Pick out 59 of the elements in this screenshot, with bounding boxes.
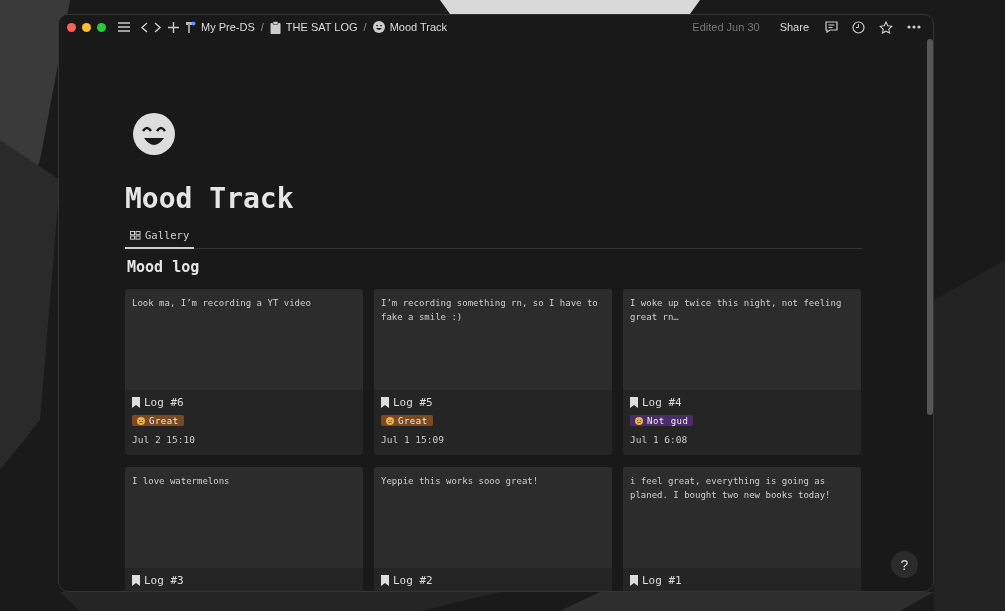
breadcrumb-link[interactable]: Mood Track <box>389 21 448 33</box>
card-title: Log #6 <box>144 396 184 409</box>
card-preview-text: i feel great, everything is going as planed. I bought two new books today! <box>630 476 831 500</box>
breadcrumb-separator: / <box>260 21 264 33</box>
smiley-icon <box>372 21 385 33</box>
gallery-card[interactable]: Look ma, I’m recording a YT video Log #6 Great Jul 2 15:10 <box>125 289 363 455</box>
card-date: Jul 2 15:10 <box>132 433 196 445</box>
card-date: Jul 1 15:09 <box>381 433 445 445</box>
card-title: Log #3 <box>144 574 184 587</box>
face-icon <box>137 416 145 425</box>
face-icon <box>386 416 394 425</box>
pin-icon <box>185 20 196 34</box>
help-button[interactable]: ? <box>891 551 918 578</box>
breadcrumb-link[interactable]: THE SAT LOG <box>285 21 358 33</box>
plus-icon[interactable] <box>168 21 179 33</box>
smiley-icon <box>133 113 175 155</box>
card-title: Log #4 <box>642 396 682 409</box>
card-preview-text: I’m recording something rn, so I have to fake a smile :) <box>381 298 598 322</box>
mood-tag: Not gud <box>630 415 694 426</box>
section-heading: Mood log <box>127 258 201 276</box>
gallery-card[interactable]: i feel great, everything is going as planed. I bought two new books today! Log #1 <box>623 467 861 591</box>
view-tab[interactable]: Gallery <box>125 225 195 249</box>
bookmark-icon <box>132 575 140 586</box>
breadcrumb-link[interactable]: My Pre-DS <box>201 21 255 33</box>
page-title: Mood Track <box>125 181 295 217</box>
star-icon[interactable] <box>879 20 893 34</box>
card-title: Log #1 <box>642 574 682 587</box>
clock-icon[interactable] <box>852 20 865 34</box>
clipboard-icon <box>269 20 281 34</box>
maximize-button[interactable] <box>97 22 106 32</box>
comment-icon[interactable] <box>825 21 838 33</box>
share-button[interactable]: Share <box>775 21 813 33</box>
grid-icon <box>130 230 141 240</box>
gallery-card[interactable]: I woke up twice this night, not feeling great rn… Log #4 Not gud Jul 1 6:08 <box>623 289 861 455</box>
card-preview-text: I love watermelons <box>132 476 230 486</box>
card-date: Jul 1 6:08 <box>630 433 689 445</box>
card-preview-text: I woke up twice this night, not feeling great rn… <box>630 298 842 322</box>
card-title: Log #2 <box>393 574 433 587</box>
bookmark-icon <box>132 397 140 408</box>
close-button[interactable] <box>67 22 76 32</box>
forward-icon[interactable] <box>154 21 162 33</box>
gallery-card[interactable]: I’m recording something rn, so I have to fake a smile :) Log #5 Great Jul 1 15:09 <box>374 289 612 455</box>
bookmark-icon <box>381 575 389 586</box>
mood-tag: Great <box>132 415 184 426</box>
bookmark-icon <box>630 397 638 408</box>
more-icon[interactable] <box>907 25 921 29</box>
breadcrumb-separator: / <box>363 21 367 33</box>
bookmark-icon <box>381 397 389 408</box>
card-preview-text: Yeppie this works sooo great! <box>381 476 539 486</box>
back-icon[interactable] <box>140 21 148 33</box>
mood-tag: Great <box>381 415 433 426</box>
edited-date: Edited Jun 30 <box>692 21 760 33</box>
card-preview-text: Look ma, I’m recording a YT video <box>132 298 311 308</box>
card-title: Log #5 <box>393 396 433 409</box>
scrollbar[interactable] <box>927 39 933 415</box>
menu-icon[interactable] <box>118 22 130 32</box>
bookmark-icon <box>630 575 638 586</box>
face-icon <box>635 416 643 425</box>
minimize-button[interactable] <box>82 22 91 32</box>
